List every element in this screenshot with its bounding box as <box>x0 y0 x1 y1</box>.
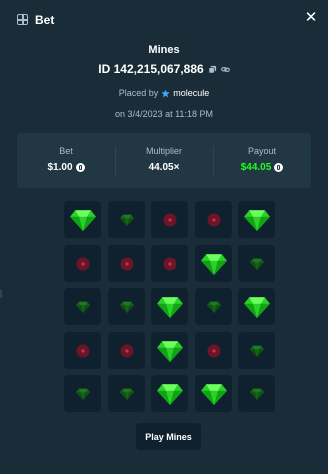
mine-tile <box>238 245 275 282</box>
mine-tile <box>64 375 101 412</box>
close-icon[interactable]: ✕ <box>304 10 318 25</box>
currency-icon <box>274 163 284 172</box>
gem-icon <box>243 209 270 231</box>
mine-icon <box>120 344 133 357</box>
bet-icon <box>17 14 28 25</box>
placed-by-label: Placed by <box>118 88 159 98</box>
mine-icon <box>120 257 133 270</box>
gem-icon <box>69 209 96 231</box>
mine-icon <box>76 344 89 357</box>
link-icon[interactable] <box>220 65 230 74</box>
stat-payout: Payout $44.05 <box>213 133 311 188</box>
gem-icon <box>75 388 90 400</box>
mine-tile <box>151 332 188 369</box>
mine-tile <box>238 375 275 412</box>
mine-tile <box>64 332 101 369</box>
mine-tile <box>108 288 145 325</box>
mine-tile <box>195 288 232 325</box>
mine-icon <box>163 257 176 270</box>
mine-tile <box>195 332 232 369</box>
multiplier-label: Multiplier <box>145 146 182 156</box>
copy-icon[interactable] <box>208 65 217 74</box>
mine-tile <box>151 245 188 282</box>
mine-tile <box>151 201 188 238</box>
bet-id-row: ID 142,215,067,886 <box>0 62 328 76</box>
bet-stats-panel: Bet $1.00 Multiplier 44.05× Payout $44.0… <box>17 133 311 188</box>
scroll-edge <box>0 290 2 298</box>
payout-value: $44.05 <box>240 162 272 173</box>
currency-icon <box>75 163 85 172</box>
gem-icon <box>156 383 183 405</box>
mine-tile <box>238 201 275 238</box>
gem-icon <box>206 301 221 313</box>
mine-tile <box>108 375 145 412</box>
placed-by-row: Placed by molecule <box>0 88 328 98</box>
gem-icon <box>249 345 264 357</box>
mine-tile <box>64 245 101 282</box>
mine-icon <box>163 213 176 226</box>
user-icon <box>161 88 170 97</box>
gem-icon <box>200 253 227 275</box>
user-name[interactable]: molecule <box>173 88 209 98</box>
mine-tile <box>238 332 275 369</box>
gem-icon <box>75 301 90 313</box>
mine-tile <box>108 245 145 282</box>
gem-icon <box>249 388 264 400</box>
mine-tile <box>195 245 232 282</box>
gem-icon <box>156 296 183 318</box>
gem-icon <box>243 296 270 318</box>
multiplier-value: 44.05× <box>148 162 180 173</box>
gem-icon <box>119 388 134 400</box>
gem-icon <box>156 340 183 362</box>
stat-multiplier: Multiplier 44.05× <box>115 133 213 188</box>
mine-tile <box>64 201 101 238</box>
bet-id: ID 142,215,067,886 <box>98 62 204 76</box>
mine-tile <box>151 288 188 325</box>
payout-label: Payout <box>247 146 277 156</box>
gem-icon <box>249 258 264 270</box>
modal-header: Bet ✕ <box>0 0 328 40</box>
stat-bet: Bet $1.00 <box>17 133 115 188</box>
mine-tile <box>195 375 232 412</box>
mines-board <box>64 201 275 412</box>
mine-icon <box>76 257 89 270</box>
gem-icon <box>200 383 227 405</box>
modal-title: Bet <box>35 13 55 27</box>
bet-value: $1.00 <box>47 162 73 173</box>
game-name: Mines <box>148 44 180 56</box>
gem-icon <box>119 214 134 226</box>
mine-icon <box>207 213 220 226</box>
gem-icon <box>119 301 134 313</box>
mine-tile <box>108 332 145 369</box>
mine-tile <box>108 201 145 238</box>
mine-tile <box>151 375 188 412</box>
bet-date: on 3/4/2023 at 11:18 PM <box>115 109 213 119</box>
mine-tile <box>195 201 232 238</box>
play-mines-button[interactable]: Play Mines <box>136 423 201 450</box>
mine-tile <box>238 288 275 325</box>
bet-label: Bet <box>59 146 73 156</box>
mine-icon <box>207 344 220 357</box>
mine-tile <box>64 288 101 325</box>
